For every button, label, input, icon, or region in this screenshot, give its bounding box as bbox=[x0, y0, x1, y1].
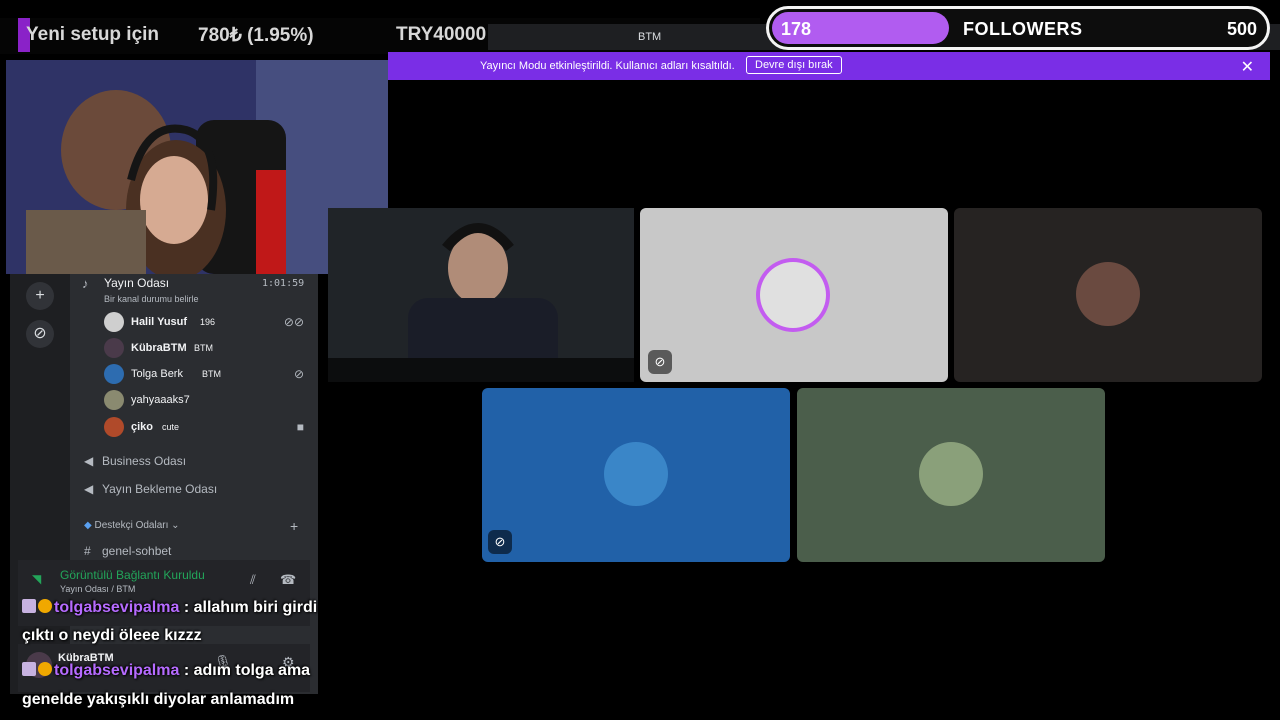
voice-room-timer: 1:01:59 bbox=[262, 278, 305, 289]
voice-user[interactable]: Halil Yusuf 196 ⊘⊘ bbox=[104, 312, 304, 334]
video-tile-camera[interactable] bbox=[328, 208, 634, 382]
followers-goal-widget: 178 FOLLOWERS 500 bbox=[766, 6, 1270, 50]
followers-goal: 500 bbox=[1226, 19, 1257, 39]
camera-feed bbox=[328, 208, 634, 382]
chat-message-continued: çıktı o neydi öleee kızzz bbox=[22, 627, 202, 644]
video-off-icon: ⊘ bbox=[648, 350, 672, 374]
diamond-icon: ◆ bbox=[84, 520, 95, 531]
mute-icon: ⊘ bbox=[488, 530, 512, 554]
avatar bbox=[919, 442, 983, 506]
speaker-icon: ◀ bbox=[84, 454, 94, 468]
channel-general[interactable]: # genel-sohbet bbox=[84, 544, 171, 558]
user-name: yahyaaaks7 bbox=[131, 394, 190, 406]
camera-icon: ■ bbox=[296, 420, 304, 434]
voice-user[interactable]: yahyaaaks7 bbox=[104, 390, 304, 412]
avatar bbox=[1076, 262, 1140, 326]
notice-message: Yayıncı Modu etkinleştirildi. Kullanıcı … bbox=[480, 60, 735, 72]
voice-room-name[interactable]: Yayın Odası bbox=[104, 276, 169, 290]
speaker-icon: ◀ bbox=[84, 482, 94, 496]
chat-message: tolgabsevipalma : allahım biri girdi bbox=[22, 594, 317, 622]
disconnect-icon[interactable]: ☎ bbox=[280, 572, 296, 588]
video-tile-participant[interactable] bbox=[797, 388, 1105, 562]
channel-business[interactable]: ◀ Business Odası bbox=[84, 454, 186, 468]
noise-suppression-icon[interactable]: ⫽ bbox=[250, 572, 256, 588]
video-tile-participant[interactable]: ⊘ bbox=[640, 208, 948, 382]
user-badge: BTM bbox=[194, 343, 213, 353]
voice-user[interactable]: çiko cute ■ bbox=[104, 417, 304, 439]
channel-label: Yayın Bekleme Odası bbox=[102, 482, 218, 496]
avatar bbox=[104, 390, 124, 410]
channel-waiting-room[interactable]: ◀ Yayın Bekleme Odası bbox=[84, 482, 217, 496]
subscriber-badge-icon bbox=[22, 662, 36, 676]
avatar bbox=[104, 417, 124, 437]
window-title: BTM bbox=[638, 31, 662, 43]
disable-streamer-mode-button[interactable]: Devre dışı bırak bbox=[746, 56, 842, 74]
voice-user[interactable]: Tolga Berk BTM ⊘ bbox=[104, 364, 304, 386]
user-badge: BTM bbox=[202, 369, 221, 379]
followers-label: FOLLOWERS bbox=[963, 19, 1083, 39]
tier-badge-icon bbox=[38, 599, 52, 613]
user-name: Tolga Berk bbox=[131, 368, 183, 380]
voice-room-status[interactable]: Bir kanal durumu belirle bbox=[104, 294, 199, 304]
voice-channel-icon: ♪ bbox=[82, 276, 89, 291]
ticker-target: TRY40000 bbox=[396, 24, 487, 45]
user-badge: 196 bbox=[200, 317, 216, 327]
chat-username: tolgabsevipalma bbox=[54, 599, 180, 616]
add-channel-icon[interactable]: + bbox=[290, 518, 298, 534]
avatar bbox=[104, 312, 124, 332]
channel-label: Business Odası bbox=[102, 454, 187, 468]
subscriber-badge-icon bbox=[22, 599, 36, 613]
avatar bbox=[760, 262, 826, 328]
user-name: KübraBTM bbox=[131, 342, 187, 354]
channel-label: genel-sohbet bbox=[102, 544, 172, 558]
followers-current: 178 bbox=[781, 19, 812, 39]
hashtag-icon: # bbox=[84, 544, 91, 558]
ticker-amount: 780₺ (1.95%) bbox=[198, 25, 314, 46]
chat-text: : adım tolga ama bbox=[179, 662, 311, 679]
add-server-icon[interactable]: + bbox=[26, 282, 54, 310]
channel-category[interactable]: ◆ Destekçi Odaları ⌄ bbox=[84, 520, 180, 531]
chat-message-continued: genelde yakışıklı diyolar anlamadım bbox=[22, 691, 295, 708]
chat-username: tolgabsevipalma bbox=[54, 662, 180, 679]
connection-location: Yayın Odası / BTM bbox=[60, 584, 136, 594]
video-tile-participant[interactable]: ⊘ bbox=[482, 388, 790, 562]
avatar bbox=[104, 338, 124, 358]
chat-text: : allahım biri girdi bbox=[179, 599, 318, 616]
mute-icon: ⊘ bbox=[293, 367, 304, 381]
signal-icon: ◥ bbox=[32, 572, 42, 586]
mute-icon: ⊘⊘ bbox=[283, 315, 304, 329]
explore-icon[interactable]: ⊘ bbox=[26, 320, 54, 348]
user-name: Halil Yusuf bbox=[131, 316, 188, 328]
avatar bbox=[104, 364, 124, 384]
connection-status[interactable]: Görüntülü Bağlantı Kuruldu bbox=[60, 568, 205, 582]
voice-user[interactable]: KübraBTM BTM bbox=[104, 338, 304, 360]
video-tile-participant[interactable] bbox=[954, 208, 1262, 382]
avatar bbox=[604, 442, 668, 506]
ticker-goal-text: Yeni setup için bbox=[26, 24, 160, 45]
chat-message: tolgabsevipalma : adım tolga ama bbox=[22, 657, 310, 685]
tier-badge-icon bbox=[38, 662, 52, 676]
streamer-mode-notice: Yayıncı Modu etkinleştirildi. Kullanıcı … bbox=[388, 52, 1270, 80]
category-label: Destekçi Odaları bbox=[94, 520, 169, 531]
user-name: çiko bbox=[131, 421, 154, 433]
user-badge: cute bbox=[162, 422, 180, 432]
close-icon[interactable]: ✕ bbox=[1241, 57, 1254, 77]
